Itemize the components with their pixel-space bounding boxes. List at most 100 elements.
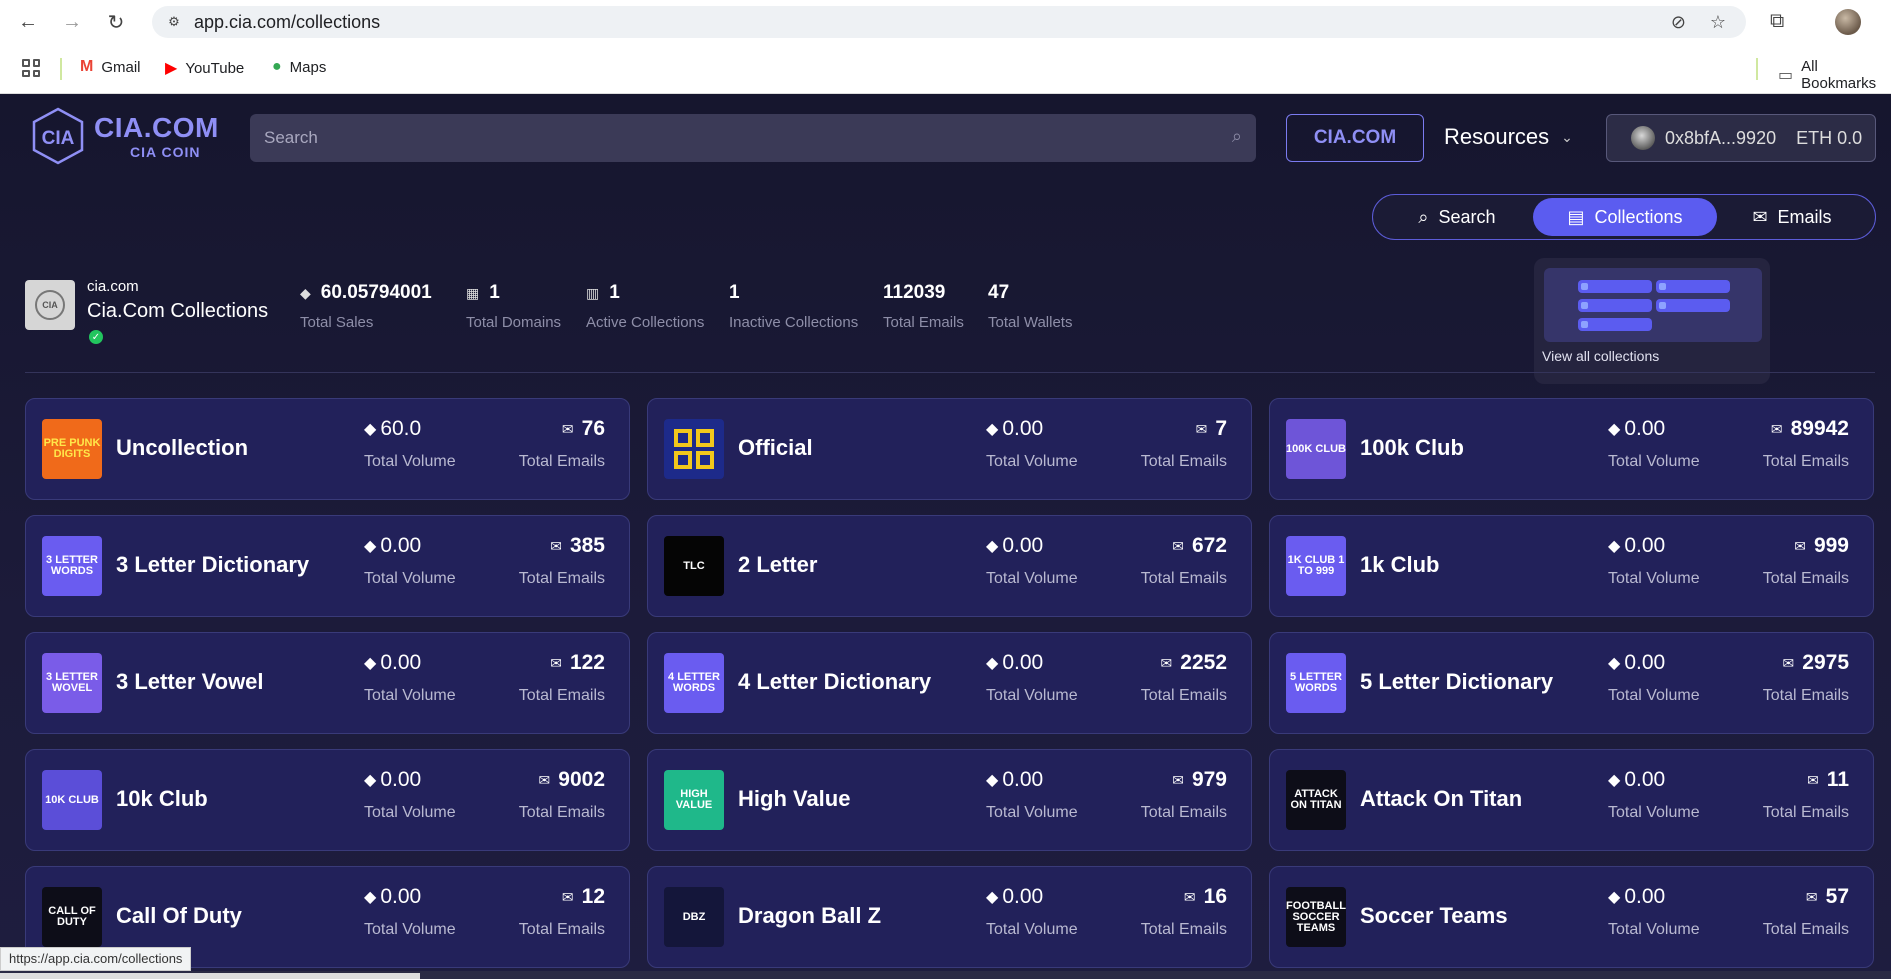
camera-off-icon[interactable]: ⊘ xyxy=(1671,12,1686,33)
emails-value: 76 xyxy=(581,417,605,440)
reload-icon[interactable]: ↻ xyxy=(102,8,130,36)
collection-card[interactable]: 1K CLUB 1 TO 999 1k Club ◆ 0.00 Total Volume… xyxy=(1269,515,1874,617)
collections-preview[interactable] xyxy=(1544,268,1762,342)
bookmark-label: YouTube xyxy=(185,59,245,77)
collection-emails: ✉ 385 Total Emails xyxy=(519,534,605,588)
emails-value: 57 xyxy=(1825,885,1849,908)
collection-emails: ✉ 57 Total Emails xyxy=(1763,885,1849,939)
collection-card[interactable]: 4 LETTER WORDS 4 Letter Dictionary ◆ 0.00 To… xyxy=(647,632,1252,734)
volume-value: 0.00 xyxy=(1002,885,1044,908)
volume-label: Total Volume xyxy=(986,921,1078,938)
collection-volume: ◆ 0.00 Total Volume xyxy=(986,885,1078,939)
building-icon: ▥ xyxy=(586,284,600,301)
email-icon: ✉ xyxy=(1160,654,1173,671)
email-icon: ✉ xyxy=(1172,771,1184,788)
collection-domain[interactable]: cia.com xyxy=(87,278,139,295)
eth-icon: ◆ xyxy=(1608,538,1621,555)
stat-value: 47 xyxy=(988,282,1010,303)
collection-name: 100k Club xyxy=(1360,435,1464,460)
email-icon: ✉ xyxy=(1172,537,1184,554)
collection-name: Official xyxy=(738,435,813,460)
bookmark-maps[interactable]: ● Maps xyxy=(272,58,326,76)
collection-emails: ✉ 979 Total Emails xyxy=(1141,768,1227,822)
tab-collections[interactable]: ▤ Collections xyxy=(1533,198,1717,236)
emails-value: 12 xyxy=(581,885,605,908)
collection-volume: ◆ 0.00 Total Volume xyxy=(364,768,456,822)
collection-card[interactable]: Official ◆ 0.00 Total Volume ✉ 7 Total Emails xyxy=(647,398,1252,500)
star-icon[interactable]: ☆ xyxy=(1710,12,1726,33)
horizontal-scrollbar[interactable] xyxy=(0,971,1891,979)
volume-label: Total Volume xyxy=(986,687,1078,704)
volume-label: Total Volume xyxy=(364,687,456,704)
collection-volume: ◆ 60.0 Total Volume xyxy=(364,417,456,471)
collection-volume: ◆ 0.00 Total Volume xyxy=(1608,417,1700,471)
collection-card[interactable]: 3 LETTER WOVEL 3 Letter Vowel ◆ 0.00 Total V… xyxy=(25,632,630,734)
scrollbar-thumb[interactable] xyxy=(0,973,420,979)
volume-label: Total Volume xyxy=(364,804,456,821)
volume-value: 60.0 xyxy=(380,417,422,440)
collection-card[interactable]: FOOTBALL SOCCER TEAMS Soccer Teams ◆ 0.00 To… xyxy=(1269,866,1874,968)
emails-label: Total Emails xyxy=(1762,804,1849,821)
volume-value: 0.00 xyxy=(1624,417,1666,440)
collection-card[interactable]: TLC 2 Letter ◆ 0.00 Total Volume ✉ 672 Total Em… xyxy=(647,515,1252,617)
address-url[interactable]: app.cia.com/collections xyxy=(194,12,380,33)
view-all-collections-link[interactable]: View all collections xyxy=(1542,348,1659,364)
email-icon: ✉ xyxy=(1805,888,1818,905)
collection-card[interactable]: DBZ Dragon Ball Z ◆ 0.00 Total Volume ✉ 16 Tota… xyxy=(647,866,1252,968)
volume-value: 0.00 xyxy=(380,651,422,674)
stat-label: Total Domains xyxy=(466,314,562,331)
eth-icon: ◆ xyxy=(364,889,377,906)
eth-icon: ◆ xyxy=(364,772,377,789)
all-bookmarks[interactable]: ▭ All Bookmarks xyxy=(1778,58,1891,92)
collection-card[interactable]: 100K CLUB 100k Club ◆ 0.00 Total Volume ✉ 8994… xyxy=(1269,398,1874,500)
collection-card[interactable]: 3 LETTER WORDS 3 Letter Dictionary ◆ 0.00 To… xyxy=(25,515,630,617)
collection-card[interactable]: PRE PUNK DIGITS Uncollection ◆ 60.0 Total Vo… xyxy=(25,398,630,500)
collection-volume: ◆ 0.00 Total Volume xyxy=(364,885,456,939)
collection-name: High Value xyxy=(738,786,851,811)
collection-name: 1k Club xyxy=(1360,552,1440,577)
profile-avatar[interactable] xyxy=(1835,9,1861,35)
cia-com-button[interactable]: CIA.COM xyxy=(1286,114,1424,162)
cia-logo[interactable]: CIA CIA.COM CIA COIN xyxy=(30,106,219,166)
domains-icon: ▦ xyxy=(466,284,480,301)
collection-volume: ◆ 0.00 Total Volume xyxy=(1608,768,1700,822)
volume-value: 0.00 xyxy=(380,768,422,791)
emails-value: 672 xyxy=(1191,534,1227,557)
search-input[interactable] xyxy=(264,128,1164,148)
forward-icon[interactable]: → xyxy=(58,8,86,36)
collections-dropdown: View all collections xyxy=(1534,258,1770,384)
preview-bar xyxy=(1578,280,1652,293)
address-bar[interactable]: ⚙ app.cia.com/collections ⊘ ☆ xyxy=(152,6,1746,38)
collection-card[interactable]: 5 LETTER WORDS 5 Letter Dictionary ◆ 0.00 To… xyxy=(1269,632,1874,734)
bookmark-label: Gmail xyxy=(101,58,141,76)
resources-menu[interactable]: Resources ⌄ xyxy=(1444,124,1573,150)
wallet-button[interactable]: 0x8bfA...9920 ETH 0.0 xyxy=(1606,114,1876,162)
collection-card[interactable]: HIGH VALUE High Value ◆ 0.00 Total Volume ✉ 97… xyxy=(647,749,1252,851)
collection-title: Cia.Com Collections xyxy=(87,300,269,322)
emails-label: Total Emails xyxy=(518,687,605,704)
emails-label: Total Emails xyxy=(1140,804,1227,821)
logo-title: CIA.COM xyxy=(94,112,219,143)
search-icon[interactable]: ⌕ xyxy=(1232,126,1242,147)
volume-value: 0.00 xyxy=(1624,534,1666,557)
apps-icon[interactable] xyxy=(22,59,40,77)
bookmark-youtube[interactable]: ▶ YouTube xyxy=(165,58,244,78)
svg-text:CIA: CIA xyxy=(42,128,75,149)
back-icon[interactable]: ← xyxy=(14,8,42,36)
emails-label: Total Emails xyxy=(518,570,605,587)
search-icon: ⌕ xyxy=(1418,206,1429,227)
site-info-icon[interactable]: ⚙ xyxy=(164,12,184,32)
bookmark-gmail[interactable]: M Gmail xyxy=(80,58,141,76)
stat-label: Total Wallets xyxy=(988,314,1073,331)
stat-value: 60.05794001 xyxy=(320,282,432,303)
status-bar-url: https://app.cia.com/collections xyxy=(0,947,192,971)
extensions-icon[interactable]: ⧉ xyxy=(1770,10,1784,33)
tab-emails[interactable]: ✉ Emails xyxy=(1717,198,1867,236)
collection-card[interactable]: 10K CLUB 10k Club ◆ 0.00 Total Volume ✉ 9002 To… xyxy=(25,749,630,851)
collection-card[interactable]: ATTACK ON TITAN Attack On Titan ◆ 0.00 Total… xyxy=(1269,749,1874,851)
wallet-avatar xyxy=(1631,126,1655,150)
volume-label: Total Volume xyxy=(364,570,456,587)
collection-thumbnail: 5 LETTER WORDS xyxy=(1286,653,1346,713)
collection-thumbnail: DBZ xyxy=(664,887,724,947)
tab-search[interactable]: ⌕ Search xyxy=(1381,198,1533,236)
